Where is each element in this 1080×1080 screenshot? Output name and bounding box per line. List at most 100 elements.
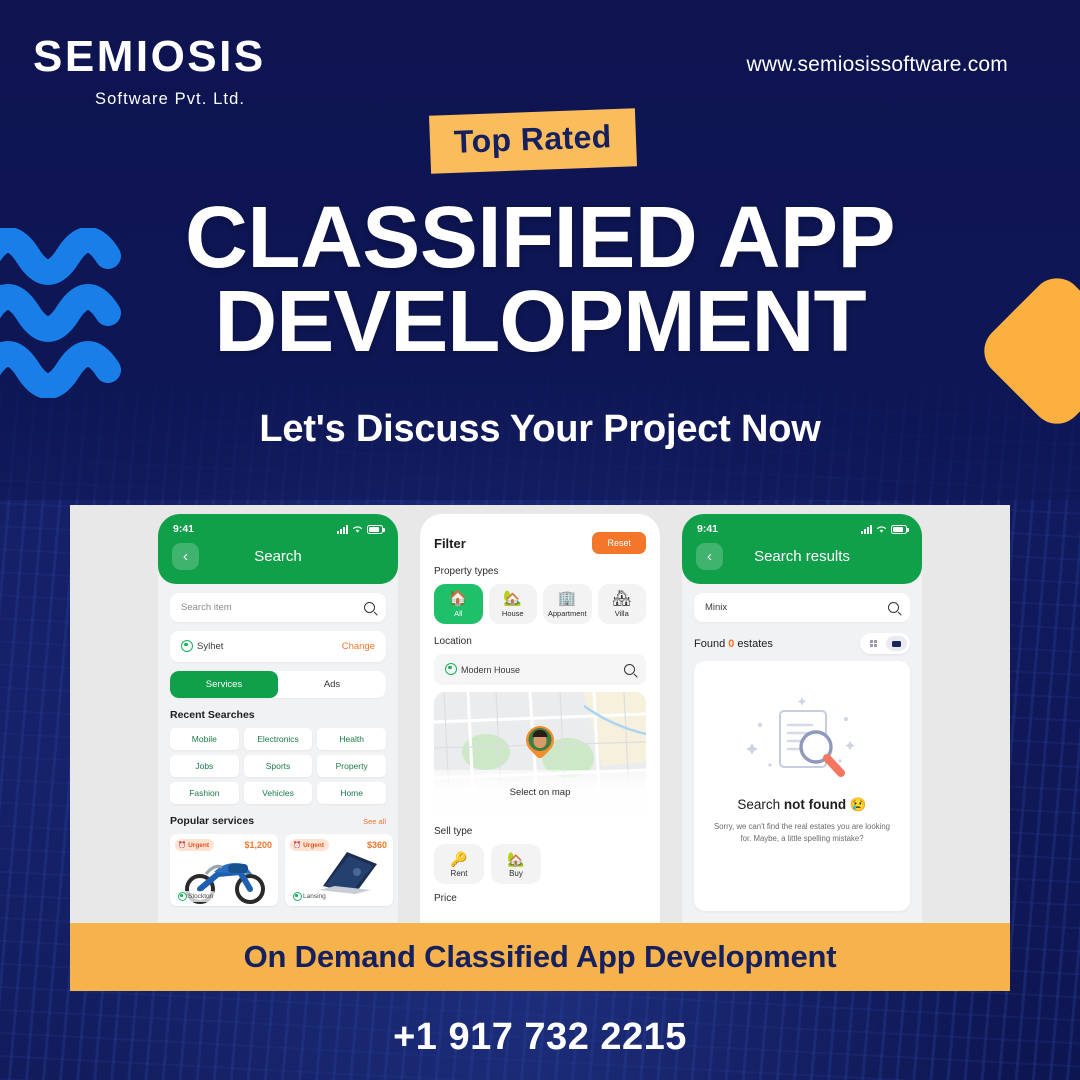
alarm-icon: ⏰ [293, 842, 302, 849]
search-input-placeholder: Search item [181, 602, 232, 613]
product-card[interactable]: ⏰ Urgent $1,200 Stockton [170, 834, 278, 906]
back-button[interactable]: ‹ [696, 543, 723, 570]
status-time: 9:41 [697, 523, 719, 535]
phone-mockup-results: 9:41 ‹ Search results Minix Found 0 esta… [682, 514, 922, 923]
product-location: Lansing [290, 891, 329, 902]
product-card[interactable]: ⏰ Urgent $360 Lansing [285, 834, 393, 906]
found-prefix: Found [694, 637, 729, 650]
key-icon: 🔑 [450, 851, 468, 867]
location-label: Location [434, 636, 472, 647]
urgent-badge: ⏰ Urgent [290, 839, 330, 851]
sad-face-icon: 😢 [849, 797, 867, 812]
bottom-banner: On Demand Classified App Development [70, 923, 1010, 991]
view-mode-toggle[interactable] [860, 633, 910, 654]
status-icons [861, 524, 909, 534]
page-title: CLASSIFIED APP DEVELOPMENT [0, 194, 1080, 366]
recent-searches-label: Recent Searches [170, 709, 255, 721]
list-view-icon[interactable] [886, 636, 907, 651]
product-price: $1,200 [244, 840, 272, 850]
reset-button[interactable]: Reset [592, 532, 646, 554]
location-pin-icon [178, 892, 187, 901]
back-button[interactable]: ‹ [172, 543, 199, 570]
app-screenshots-panel: 9:41 ‹ Search Search item Sylhet Change … [70, 505, 1010, 923]
product-location-label: Stockton [188, 893, 214, 900]
chip-jobs[interactable]: Jobs [170, 755, 239, 777]
location-pin-icon [445, 663, 457, 676]
website-url[interactable]: www.semiosissoftware.com [746, 53, 1008, 77]
property-type-label: Villa [614, 609, 629, 618]
building-icon: 🏢 [557, 590, 577, 607]
chip-sports[interactable]: Sports [243, 755, 313, 777]
filter-location-input[interactable]: Modern House [434, 654, 646, 685]
popular-services-label: Popular services [170, 815, 255, 827]
phone-mockup-search: 9:41 ‹ Search Search item Sylhet Change … [158, 514, 398, 923]
headline-line-1: CLASSIFIED APP [184, 189, 896, 286]
search-icon[interactable] [624, 664, 635, 675]
filter-location-value: Modern House [461, 664, 521, 675]
empty-title-bold: not found [783, 797, 847, 812]
chip-vehicles[interactable]: Vehicles [243, 782, 313, 804]
grid-view-icon[interactable] [863, 636, 884, 651]
product-location-label: Lansing [303, 893, 326, 900]
popular-services-header: Popular services See all [170, 815, 386, 827]
property-type-house[interactable]: 🏡 House [488, 584, 537, 624]
house-icon: 🏠 [448, 590, 468, 607]
top-rated-badge: Top Rated [429, 108, 637, 174]
found-suffix: estates [734, 637, 773, 650]
change-location-link[interactable]: Change [342, 641, 375, 652]
contact-phone-number[interactable]: +1 917 732 2215 [0, 1016, 1080, 1059]
property-type-label: House [501, 609, 524, 618]
sell-type-rent[interactable]: 🔑 Rent [434, 844, 484, 884]
property-type-label: All [454, 609, 463, 618]
sell-type-buy[interactable]: 🏡 Buy [491, 844, 541, 884]
signal-icon [861, 524, 872, 534]
recent-search-chips: Mobile Electronics Health Jobs Sports Pr… [170, 728, 386, 804]
chip-home[interactable]: Home [317, 782, 386, 804]
services-ads-tabs[interactable]: Services Ads [170, 671, 386, 698]
chip-property[interactable]: Property [317, 755, 386, 777]
sell-type-label-rent: Rent [450, 869, 468, 878]
property-type-all[interactable]: 🏠 All [434, 584, 483, 624]
product-location: Stockton [175, 891, 217, 902]
chip-electronics[interactable]: Electronics [243, 728, 313, 750]
property-type-options: 🏠 All 🏡 House 🏢 Appartment 🏘 Villa [434, 584, 646, 624]
see-all-link[interactable]: See all [363, 817, 386, 826]
select-on-map-button[interactable]: Select on map [434, 770, 646, 814]
search-not-found-illustration [746, 697, 855, 777]
house-icon: 🏡 [503, 590, 523, 607]
subheadline: Let's Discuss Your Project Now [259, 408, 821, 450]
empty-state-description: Sorry, we can't find the real estates yo… [713, 822, 890, 844]
chip-mobile[interactable]: Mobile [170, 728, 239, 750]
empty-state-card: Search not found 😢 Sorry, we can't find … [694, 661, 910, 911]
house-icon: 🏡 [507, 851, 525, 867]
results-search-input[interactable]: Minix [694, 593, 910, 622]
logo-wordmark: SEMIOSIS [33, 32, 266, 81]
wifi-icon [353, 525, 362, 533]
avatar [528, 728, 552, 751]
chip-health[interactable]: Health [317, 728, 386, 750]
search-icon[interactable] [888, 602, 899, 613]
filter-header: Filter Reset [420, 514, 660, 554]
property-type-label: Appartment [547, 609, 587, 618]
property-type-villa[interactable]: 🏘 Villa [597, 584, 646, 624]
alarm-icon: ⏰ [178, 842, 187, 849]
search-input[interactable]: Search item [170, 593, 386, 622]
sell-type-label-buy: Buy [509, 869, 523, 878]
results-screen-header: 9:41 ‹ Search results [682, 514, 922, 584]
tab-services[interactable]: Services [170, 671, 278, 698]
property-type-apartment[interactable]: 🏢 Appartment [543, 584, 592, 624]
product-card-list: ⏰ Urgent $1,200 Stockton ⏰ Urgent $360 L… [170, 834, 398, 906]
urgent-badge-label: Urgent [188, 841, 210, 849]
tab-ads[interactable]: Ads [278, 671, 386, 698]
search-icon[interactable] [364, 602, 375, 613]
filter-title: Filter [434, 535, 466, 551]
battery-icon [367, 524, 385, 534]
phone-mockup-filter: Filter Reset Property types 🏠 All 🏡 Hous… [420, 514, 660, 923]
map-preview[interactable]: Select on map [434, 692, 646, 814]
chip-fashion[interactable]: Fashion [170, 782, 239, 804]
sell-type-options: 🔑 Rent 🏡 Buy [434, 844, 646, 884]
map-user-pin[interactable] [520, 720, 560, 764]
empty-state-title: Search not found 😢 [737, 797, 866, 813]
status-icons [337, 524, 385, 534]
location-row[interactable]: Sylhet Change [170, 631, 386, 662]
